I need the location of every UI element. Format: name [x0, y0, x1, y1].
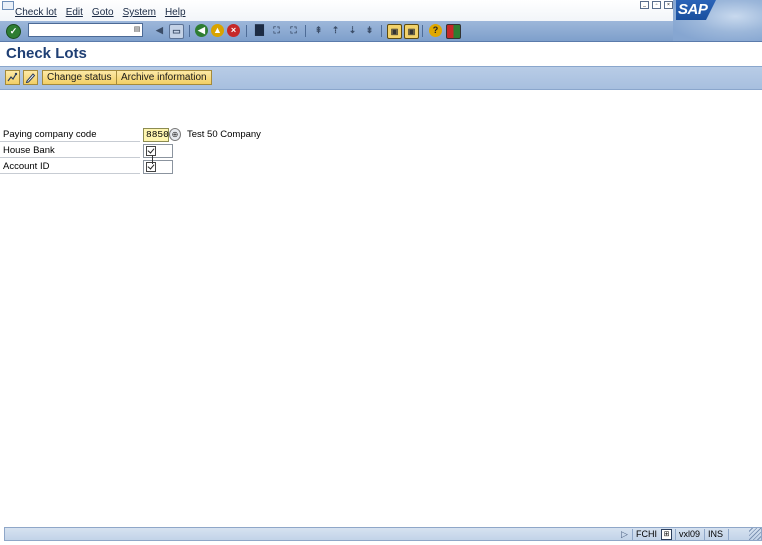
next-page-icon[interactable]: ⇣ [346, 24, 359, 37]
menu-goto[interactable]: Goto [92, 7, 114, 18]
maximize-icon[interactable]: ▫ [652, 1, 661, 9]
system-toolbar: ✓ ▤ ◀ ▭ ◀ ▲ × ▇ ⛶ ⛶ ⇞ ⇡ ⇣ ⇟ ▣ ▣ ? [0, 21, 762, 42]
change-icon[interactable] [23, 70, 38, 85]
arrow-left-icon[interactable]: ◀ [153, 24, 166, 37]
close-icon[interactable]: × [664, 1, 673, 9]
house-bank-input[interactable] [143, 144, 173, 158]
account-id-label: Account ID [0, 160, 140, 174]
status-bar: ▷ FCHI ⊞ vxl09 INS [4, 527, 762, 541]
new-session-icon[interactable]: ▣ [387, 24, 402, 39]
title-area: Check Lots [0, 42, 762, 65]
status-server: vxl09 [675, 529, 703, 540]
toolbar-separator [246, 25, 247, 37]
house-bank-label: House Bank [0, 144, 140, 158]
toolbar-separator [305, 25, 306, 37]
sap-logo-text: SAP [676, 0, 716, 20]
menu-help[interactable]: Help [165, 7, 186, 18]
status-expand-icon[interactable]: ▷ [621, 529, 628, 540]
menu-system[interactable]: System [123, 7, 156, 18]
first-page-icon[interactable]: ⇞ [312, 24, 325, 37]
mouse-cursor-icon [152, 155, 153, 164]
account-id-row: Account ID [0, 160, 180, 175]
change-status-button[interactable]: Change status [42, 70, 117, 85]
status-session-icon[interactable]: ⊞ [661, 529, 672, 540]
paying-company-code-label: Paying company code [0, 128, 140, 142]
toolbar-separator [422, 25, 423, 37]
page-title: Check Lots [6, 45, 87, 62]
paying-company-code-row: Paying company code 8850 ⊕ Test 50 Compa… [0, 128, 300, 143]
exit-icon[interactable]: ▲ [211, 24, 224, 37]
sap-logo: SAP [673, 0, 762, 41]
command-field[interactable]: ▤ [28, 23, 143, 37]
possible-entries-icon [146, 162, 156, 172]
find-next-icon[interactable]: ⛶ [287, 24, 300, 37]
toolbar-separator [381, 25, 382, 37]
company-description: Test 50 Company [187, 129, 261, 140]
enter-icon[interactable]: ✓ [6, 24, 21, 39]
print-icon[interactable]: ▇ [253, 24, 266, 37]
last-page-icon[interactable]: ⇟ [363, 24, 376, 37]
menu-edit[interactable]: Edit [66, 7, 83, 18]
previous-page-icon[interactable]: ⇡ [329, 24, 342, 37]
save-icon[interactable]: ▭ [169, 24, 184, 39]
paying-company-code-input[interactable]: 8850 [143, 128, 169, 142]
window-controls: _ ▫ × [640, 1, 673, 9]
minimize-icon[interactable]: _ [640, 1, 649, 9]
house-bank-row: House Bank [0, 144, 180, 159]
display-icon[interactable] [5, 70, 20, 85]
archive-information-button[interactable]: Archive information [116, 70, 212, 85]
status-empty-cell [728, 529, 749, 540]
menu-list: Check lot Edit Goto System Help [15, 7, 186, 18]
find-icon[interactable]: ⛶ [270, 24, 283, 37]
menu-bar: Check lot Edit Goto System Help _ ▫ × [0, 0, 762, 22]
application-toolbar: Change status Archive information [0, 66, 762, 90]
account-id-input[interactable] [143, 160, 173, 174]
shortcut-icon[interactable]: ▣ [404, 24, 419, 39]
window-icon[interactable] [2, 1, 14, 10]
cancel-icon[interactable]: × [227, 24, 240, 37]
resize-grip-icon[interactable] [749, 528, 761, 540]
layout-icon[interactable] [446, 24, 461, 39]
command-dropdown-icon[interactable]: ▤ [133, 25, 141, 35]
status-system: FCHI [632, 529, 660, 540]
status-mode: INS [704, 529, 726, 540]
help-icon[interactable]: ? [429, 24, 442, 37]
menu-check-lot[interactable]: Check lot [15, 7, 57, 18]
toolbar-separator [189, 25, 190, 37]
back-icon[interactable]: ◀ [195, 24, 208, 37]
possible-entries-icon [146, 146, 156, 156]
search-help-icon[interactable]: ⊕ [169, 128, 181, 141]
